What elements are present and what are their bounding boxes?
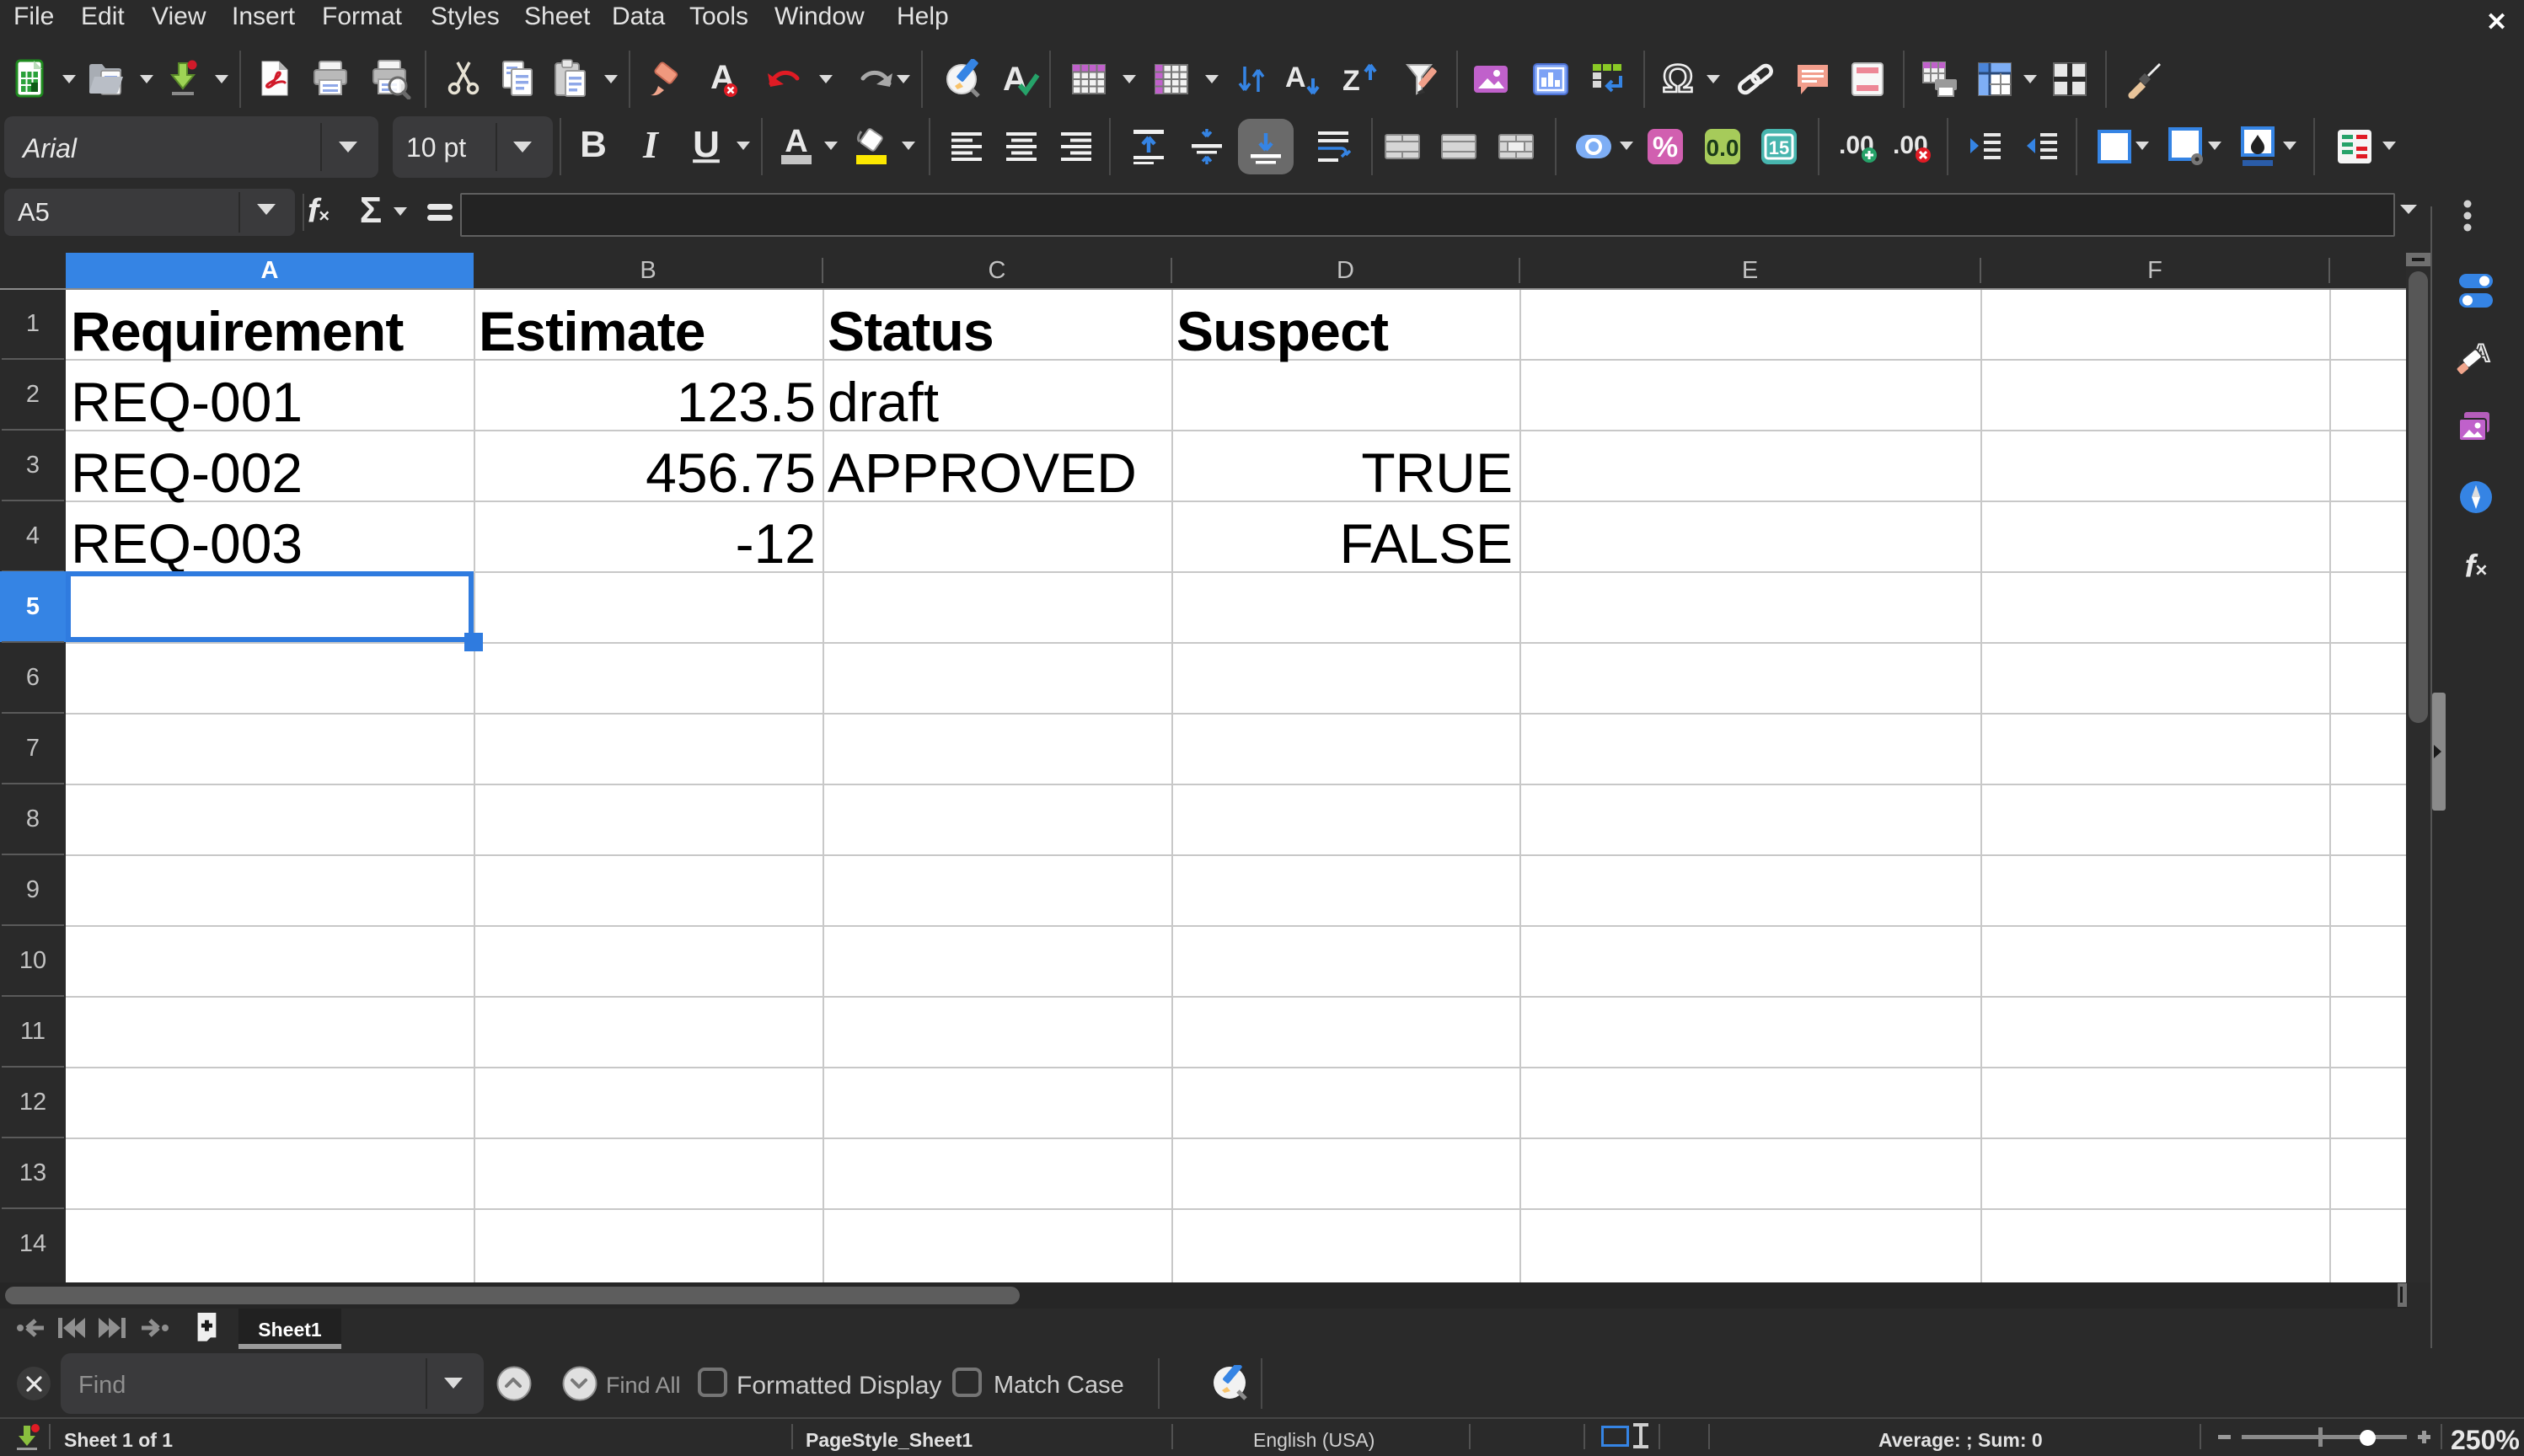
svg-text:%: %: [1653, 131, 1678, 163]
svg-text:Z: Z: [1342, 65, 1360, 97]
svg-text:A: A: [785, 126, 807, 159]
svg-text:0.0: 0.0: [1707, 135, 1739, 161]
svg-text:15: 15: [1769, 137, 1789, 158]
svg-text:Ω: Ω: [1663, 60, 1694, 99]
svg-text:A: A: [1285, 62, 1306, 94]
